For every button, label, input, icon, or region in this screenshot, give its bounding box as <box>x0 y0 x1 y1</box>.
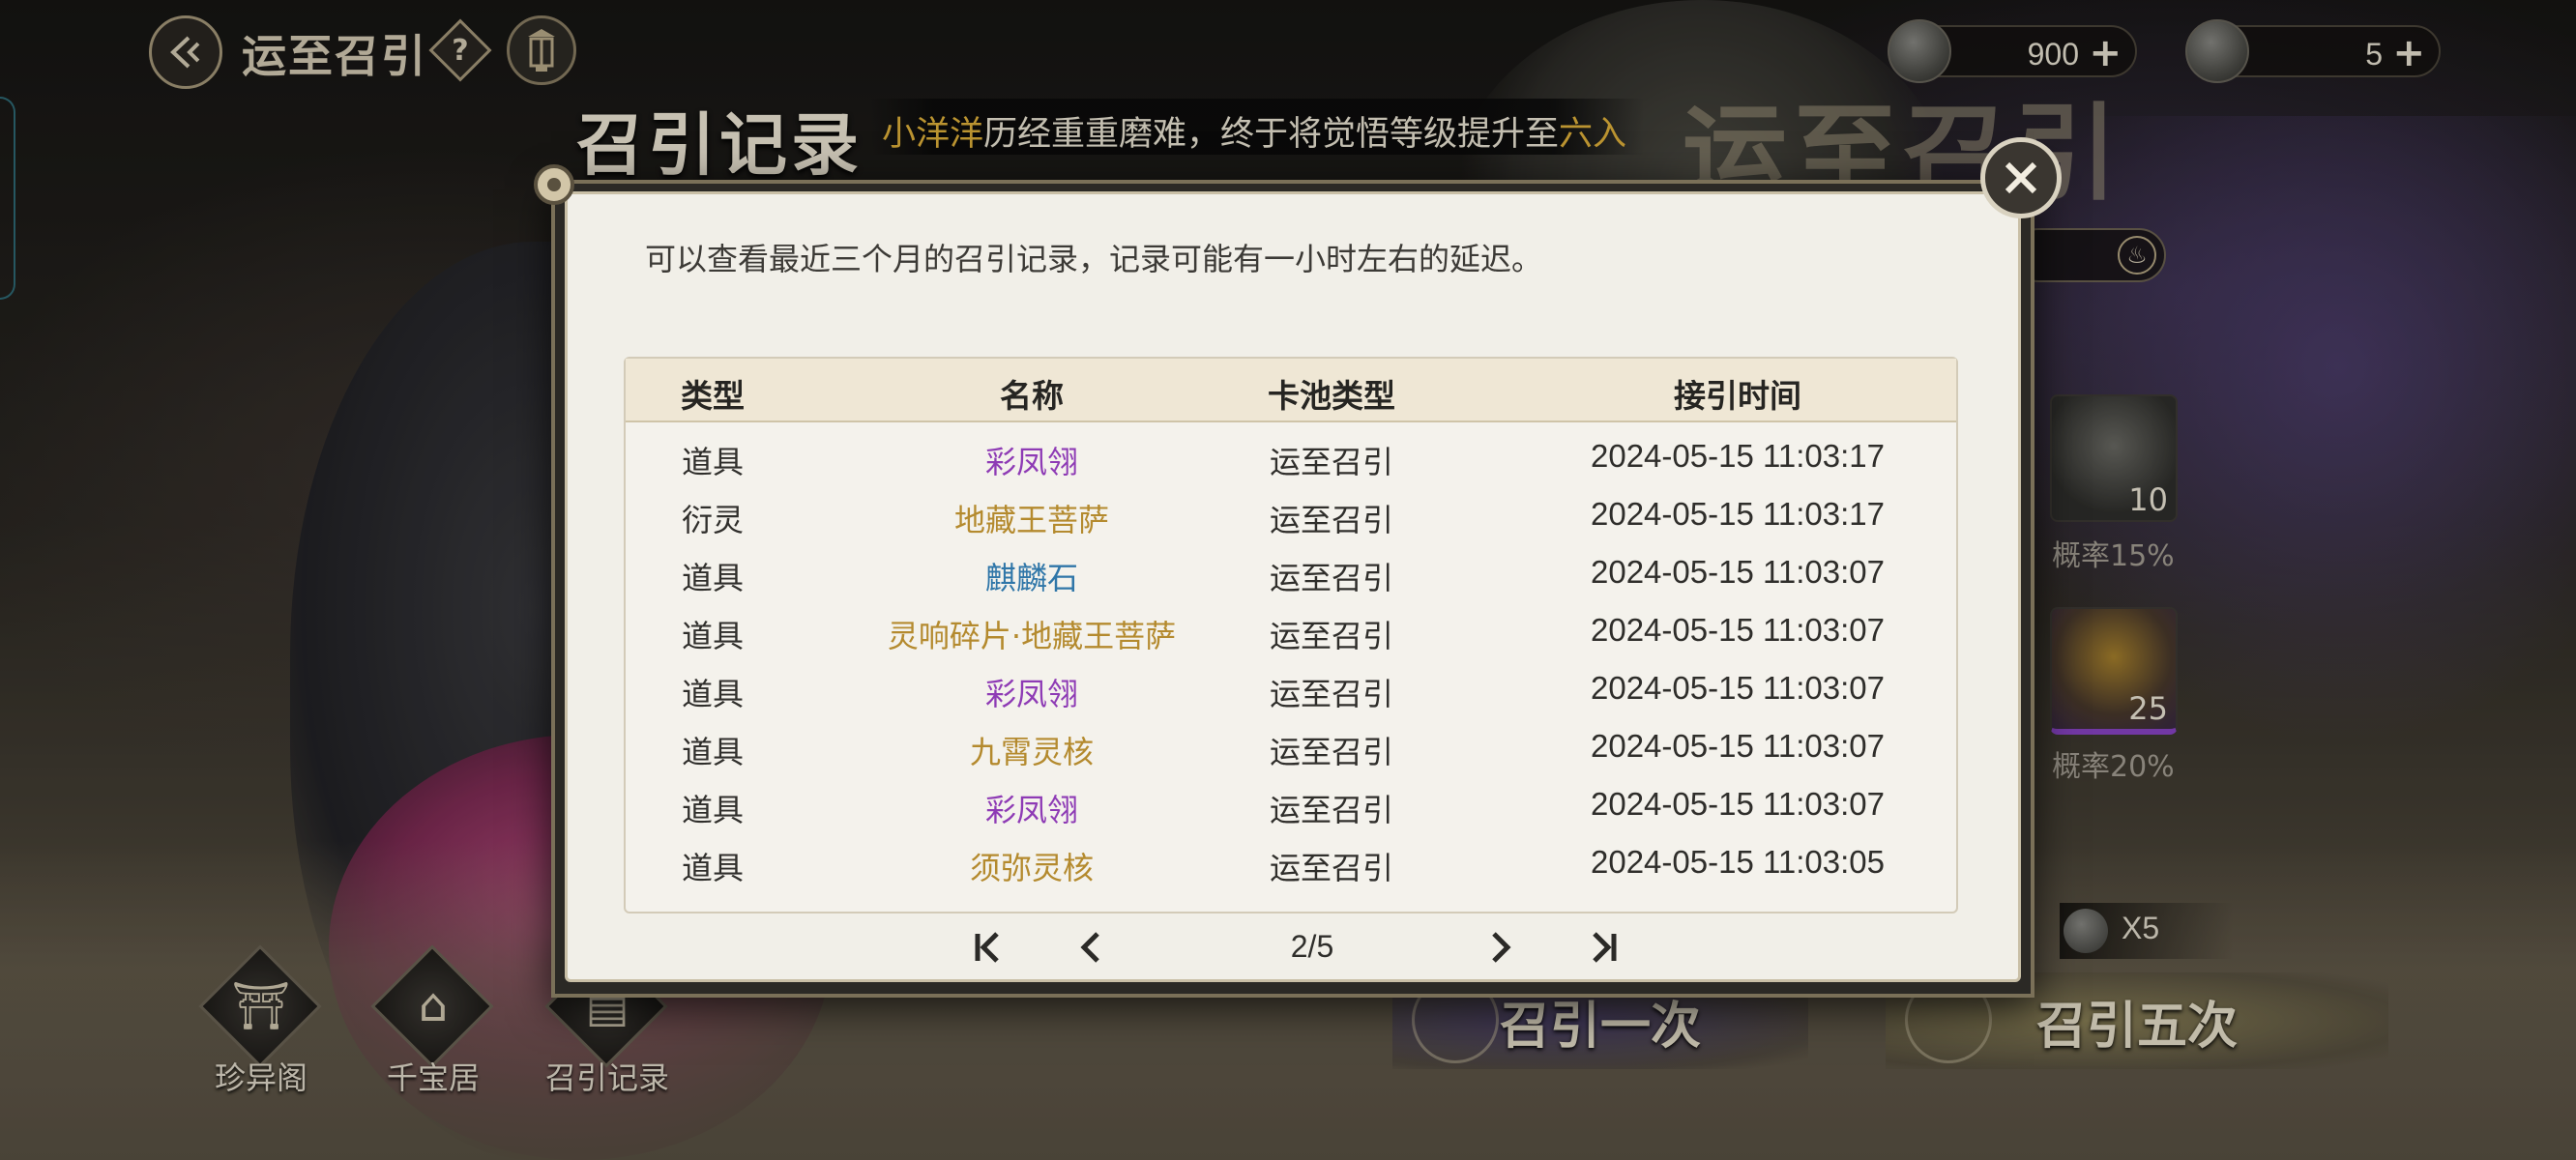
cell-name: 麒麟石 <box>984 560 1078 596</box>
dialog-corner-ornament <box>534 164 574 205</box>
cell-type: 道具 <box>681 734 744 770</box>
record-description: 可以查看最近三个月的召引记录，记录可能有一小时左右的延迟。 <box>645 241 1543 277</box>
cell-time: 2024-05-15 11:03:07 <box>1591 670 1885 706</box>
cell-pool: 运至召引 <box>1269 560 1393 596</box>
chevron-left-icon <box>1080 932 1099 963</box>
cell-name: 彩凤翎 <box>984 792 1078 828</box>
cell-name: 地藏王菩萨 <box>953 502 1109 538</box>
column-header-name: 名称 <box>1000 377 1064 415</box>
previous-page-button[interactable] <box>1067 923 1115 972</box>
column-header-pool: 卡池类型 <box>1268 377 1395 415</box>
cell-time: 2024-05-15 11:03:05 <box>1591 844 1885 880</box>
cell-type: 道具 <box>681 618 744 654</box>
cell-name: 彩凤翎 <box>984 676 1078 712</box>
cell-pool: 运至召引 <box>1269 734 1393 770</box>
cell-pool: 运至召引 <box>1269 792 1393 828</box>
cell-time: 2024-05-15 11:03:07 <box>1591 612 1885 648</box>
cell-type: 道具 <box>681 676 744 712</box>
last-page-button[interactable] <box>1579 923 1627 972</box>
cell-time: 2024-05-15 11:03:07 <box>1591 786 1885 822</box>
table-row: 道具 麒麟石 运至召引 2024-05-15 11:03:07 <box>626 544 1956 602</box>
column-header-type: 类型 <box>681 377 745 415</box>
cell-type: 道具 <box>681 560 744 596</box>
cell-type: 道具 <box>681 792 744 828</box>
next-page-button[interactable] <box>1477 923 1525 972</box>
cell-pool: 运至召引 <box>1269 444 1393 480</box>
cell-type: 道具 <box>681 444 744 480</box>
cell-type: 道具 <box>681 850 744 886</box>
table-row: 道具 彩凤翎 运至召引 2024-05-15 11:03:07 <box>626 660 1956 718</box>
record-table: 类型 名称 卡池类型 接引时间 道具 彩凤翎 运至召引 2024-05-15 1… <box>624 357 1958 914</box>
chevron-right-icon <box>1492 932 1511 963</box>
cell-name: 九霄灵核 <box>969 734 1094 770</box>
cell-time: 2024-05-15 11:03:17 <box>1591 438 1885 474</box>
close-dialog-button[interactable] <box>1980 137 2062 218</box>
table-row: 衍灵 地藏王菩萨 运至召引 2024-05-15 11:03:17 <box>626 486 1956 544</box>
first-page-button[interactable] <box>964 923 1012 972</box>
cell-time: 2024-05-15 11:03:17 <box>1591 496 1885 532</box>
cell-name: 须弥灵核 <box>969 850 1094 886</box>
table-row: 道具 彩凤翎 运至召引 2024-05-15 11:03:17 <box>626 428 1956 486</box>
summon-record-dialog: 可以查看最近三个月的召引记录，记录可能有一小时左右的延迟。 类型 名称 卡池类型… <box>565 191 2021 982</box>
skip-first-icon <box>975 932 999 963</box>
cell-type: 衍灵 <box>681 502 744 538</box>
table-row: 道具 彩凤翎 运至召引 2024-05-15 11:03:07 <box>626 776 1956 834</box>
cell-time: 2024-05-15 11:03:07 <box>1591 554 1885 590</box>
cell-pool: 运至召引 <box>1269 502 1393 538</box>
pagination: 2/5 <box>568 921 2018 975</box>
column-header-time: 接引时间 <box>1674 377 1801 415</box>
page-indicator: 2/5 <box>1290 929 1334 964</box>
table-header: 类型 名称 卡池类型 接引时间 <box>626 359 1956 422</box>
cell-pool: 运至召引 <box>1269 676 1393 712</box>
cell-pool: 运至召引 <box>1269 850 1393 886</box>
skip-last-icon <box>1593 932 1617 963</box>
table-row: 道具 须弥灵核 运至召引 2024-05-15 11:03:05 <box>626 834 1956 892</box>
cell-time: 2024-05-15 11:03:07 <box>1591 728 1885 764</box>
table-row: 道具 灵响碎片·地藏王菩萨 运至召引 2024-05-15 11:03:07 <box>626 602 1956 660</box>
table-row: 道具 九霄灵核 运至召引 2024-05-15 11:03:07 <box>626 718 1956 776</box>
close-icon <box>2005 161 2037 194</box>
cell-name: 灵响碎片·地藏王菩萨 <box>887 618 1177 654</box>
cell-name: 彩凤翎 <box>984 444 1078 480</box>
cell-pool: 运至召引 <box>1269 618 1393 654</box>
